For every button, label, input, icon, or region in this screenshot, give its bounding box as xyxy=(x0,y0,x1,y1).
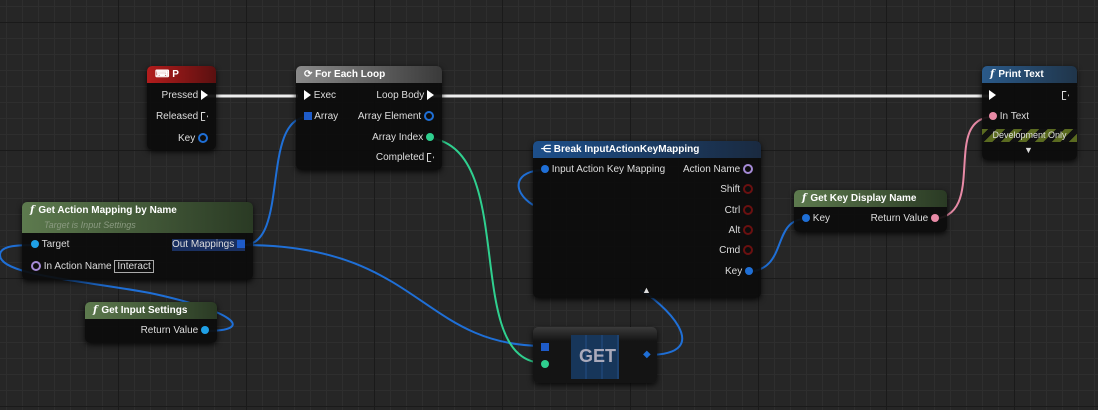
pin-array[interactable]: Array xyxy=(304,111,338,123)
pin-exec-in[interactable] xyxy=(989,90,996,102)
object-pin-icon xyxy=(201,326,209,335)
action-name-input[interactable]: Interact xyxy=(114,260,154,273)
collapse-pins-icon[interactable]: ▲ xyxy=(642,284,651,296)
pin-alt[interactable]: Alt xyxy=(729,225,753,237)
pin-ctrl[interactable]: Ctrl xyxy=(725,205,753,217)
pin-return-value[interactable]: Return Value xyxy=(871,213,939,225)
function-icon: f xyxy=(93,305,98,316)
bool-pin-icon xyxy=(743,184,753,195)
text-pin-icon xyxy=(989,112,997,121)
get-input-settings-node[interactable]: f Get Input Settings Return Value xyxy=(85,302,217,343)
pin-loop-body[interactable]: Loop Body xyxy=(376,90,434,102)
pin-action-name[interactable]: Action Name xyxy=(683,164,753,176)
pin-pressed[interactable]: Pressed xyxy=(162,90,208,102)
pin-target[interactable]: Target xyxy=(31,239,69,251)
exec-pin-icon xyxy=(1062,90,1069,100)
wire-mappings-get xyxy=(243,244,545,347)
pin-output[interactable]: ◆ xyxy=(643,349,651,361)
pin-input-mapping[interactable]: Input Action Key Mapping xyxy=(541,164,665,176)
array-pin-icon xyxy=(304,112,312,121)
function-icon: f xyxy=(802,193,807,204)
function-icon: f xyxy=(30,205,35,216)
int-pin-icon xyxy=(426,133,434,142)
get-key-display-name-node[interactable]: f Get Key Display Name Key Return Value xyxy=(794,190,947,232)
exec-pin-icon xyxy=(427,90,434,101)
exec-pin-icon xyxy=(201,111,208,121)
pin-array-element[interactable]: Array Element xyxy=(358,111,434,123)
wire-index-get xyxy=(429,137,545,364)
exec-pin-icon xyxy=(427,152,434,162)
for-each-loop-node[interactable]: ⟳ For Each Loop Exec Array Loop Body Arr… xyxy=(296,66,442,170)
exec-pin-icon xyxy=(304,90,311,101)
pin-array-index[interactable]: Array Index xyxy=(372,132,434,144)
break-mapping-node[interactable]: ⋲ Break InputActionKeyMapping Input Acti… xyxy=(533,141,761,298)
p-key-event-node[interactable]: ⌨ P Pressed Released Key xyxy=(147,66,216,150)
pin-out-mappings[interactable]: Out Mappings xyxy=(171,239,245,251)
pin-exec[interactable]: Exec xyxy=(304,90,336,102)
pin-array[interactable] xyxy=(541,342,549,354)
struct-pin-icon xyxy=(424,111,434,122)
bool-pin-icon xyxy=(743,245,753,256)
pin-in-action-name[interactable]: In Action Name Interact xyxy=(31,260,154,273)
bool-pin-icon xyxy=(743,205,753,216)
name-pin-icon xyxy=(31,261,41,272)
bool-pin-icon xyxy=(743,225,753,236)
struct-pin-icon xyxy=(541,165,549,174)
exec-pin-icon xyxy=(201,90,208,101)
struct-pin-icon xyxy=(802,214,810,223)
break-icon: ⋲ xyxy=(541,144,554,155)
pin-released[interactable]: Released xyxy=(156,111,208,123)
array-get-node[interactable]: GET ◆ xyxy=(533,327,657,383)
struct-pin-icon xyxy=(745,267,753,276)
name-pin-icon xyxy=(743,164,753,175)
expand-icon[interactable]: ▼ xyxy=(1024,144,1033,156)
array-pin-icon xyxy=(237,240,245,249)
pin-in-text[interactable]: In Text xyxy=(989,111,1029,123)
array-pin-icon xyxy=(541,343,549,352)
pin-key[interactable]: Key xyxy=(802,213,830,225)
print-text-node[interactable]: f Print Text In Text Development Only ▼ xyxy=(982,66,1077,160)
pin-cmd[interactable]: Cmd xyxy=(719,245,753,257)
pin-index[interactable] xyxy=(541,359,549,371)
object-pin-icon xyxy=(31,240,39,249)
loop-icon: ⟳ xyxy=(304,69,316,80)
exec-pin-icon xyxy=(989,90,996,101)
get-label: GET xyxy=(579,346,617,366)
pin-key[interactable]: Key xyxy=(178,133,208,145)
pin-shift[interactable]: Shift xyxy=(720,184,753,196)
pin-completed[interactable]: Completed xyxy=(376,152,434,164)
pin-key[interactable]: Key xyxy=(725,266,753,278)
int-pin-icon xyxy=(541,360,549,369)
struct-pin-icon xyxy=(198,133,208,144)
function-icon: f xyxy=(990,69,995,80)
pin-exec-out[interactable] xyxy=(1062,90,1069,102)
pin-return-value[interactable]: Return Value xyxy=(141,325,209,337)
text-pin-icon xyxy=(931,214,939,223)
keyboard-icon: ⌨ xyxy=(155,69,173,80)
development-only-banner: Development Only xyxy=(982,129,1077,142)
get-action-mapping-node[interactable]: f Get Action Mapping by Name Target is Inp… xyxy=(22,202,253,280)
